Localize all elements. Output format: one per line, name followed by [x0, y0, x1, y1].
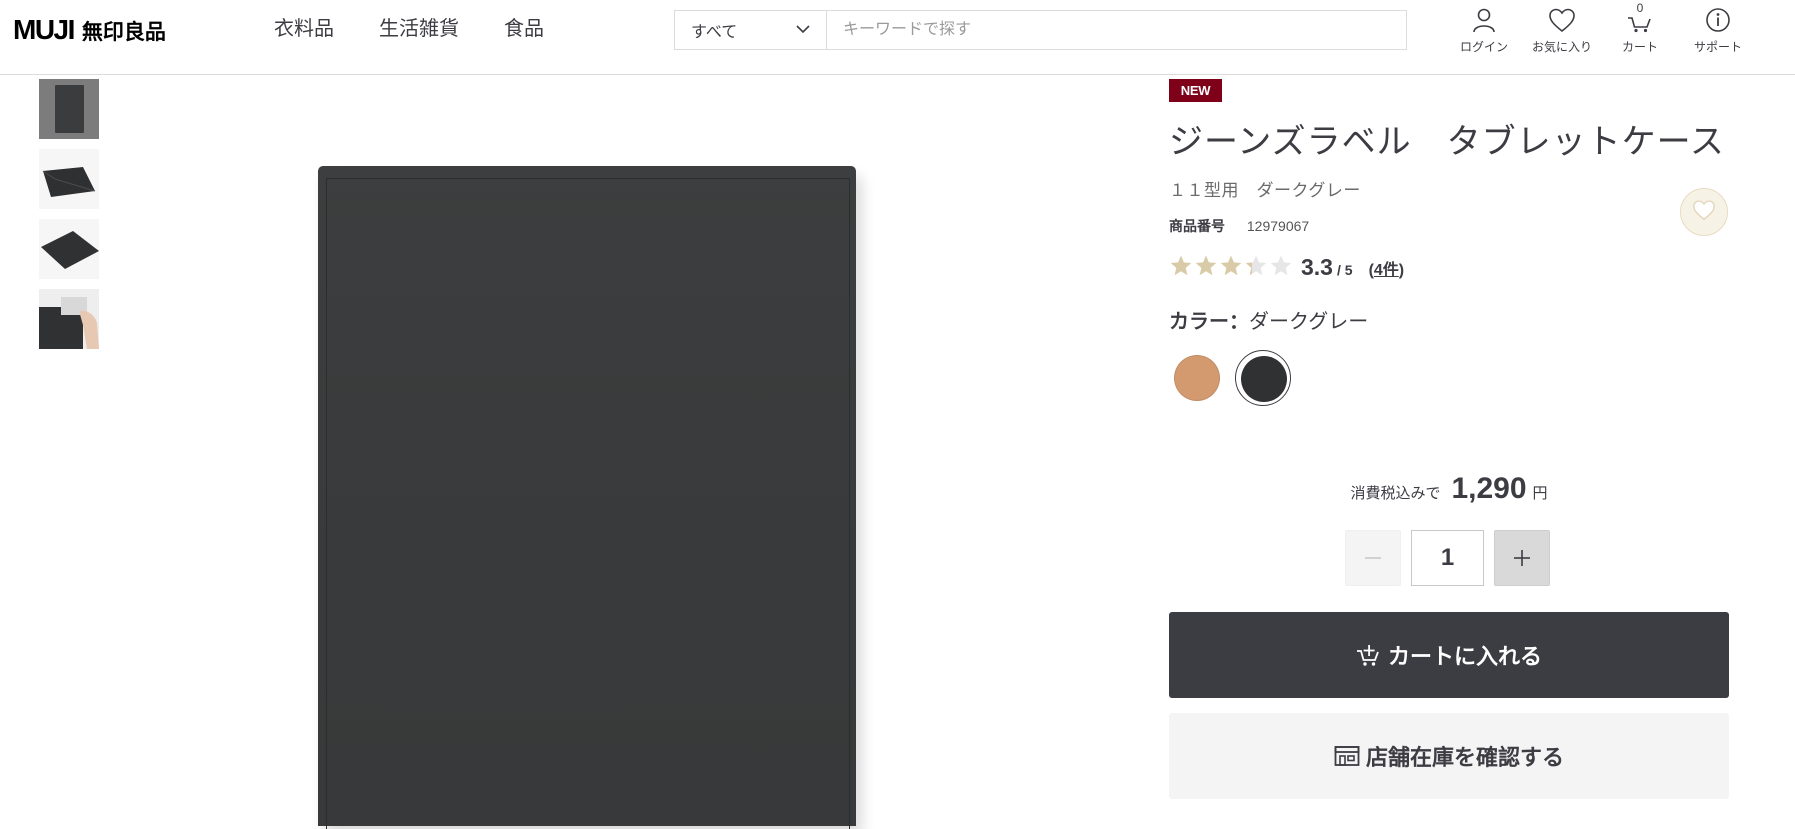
search-input[interactable] [827, 11, 1406, 49]
rating-max: / 5 [1336, 262, 1353, 278]
nav-item-household[interactable]: 生活雑貨 [379, 17, 459, 41]
cart-count: 0 [1636, 1, 1644, 15]
thumbnail-image [39, 289, 99, 349]
login-button[interactable]: ログイン [1445, 3, 1523, 55]
search-category-value: すべて [691, 24, 738, 41]
rating-stars [1169, 254, 1294, 278]
swatch-color [1241, 356, 1287, 402]
product-number: 商品番号 12979067 [1169, 216, 1309, 236]
paren-close: ) [1398, 262, 1405, 279]
add-to-cart-label: カートに入れる [1387, 644, 1542, 669]
color-selection-label: カラー：ダークグレー [1169, 305, 1368, 334]
product-number-label: 商品番号 [1169, 218, 1225, 234]
product-number-value: 12979067 [1246, 218, 1310, 234]
main-nav: 衣料品 生活雑貨 食品 [274, 17, 589, 41]
login-label: ログイン [1459, 40, 1508, 54]
cart-icon: 0 [1627, 1, 1653, 37]
review-count-link[interactable]: 4件 [1374, 256, 1399, 280]
heart-icon [1548, 3, 1576, 37]
product-subtitle: １１型用 ダークグレー [1169, 181, 1361, 200]
thumbnail-image [39, 79, 99, 139]
star-icon [1195, 255, 1217, 276]
rating-value: 3.3 [1301, 254, 1333, 280]
star-icon [1220, 255, 1242, 276]
logo-text-jp: 無印良品 [81, 21, 166, 44]
swatch-color [1174, 355, 1220, 401]
quantity-increase-button[interactable] [1494, 530, 1550, 586]
favorites-button[interactable]: お気に入り [1523, 3, 1601, 55]
swatch-dark-grey[interactable] [1235, 350, 1291, 406]
tablet-case-image [318, 166, 856, 829]
star-icon [1245, 255, 1267, 276]
nav-item-food[interactable]: 食品 [504, 17, 544, 41]
star-icon [1170, 255, 1192, 276]
heart-icon [1692, 199, 1716, 226]
cart-button[interactable]: 0 カート [1601, 1, 1679, 55]
favorites-label: お気に入り [1531, 40, 1592, 54]
price: 消費税込みで 1,290 円 [1169, 472, 1729, 506]
quantity-decrease-button[interactable] [1345, 530, 1401, 586]
thumbnail-4[interactable] [39, 289, 99, 349]
store-icon [1334, 745, 1360, 767]
star-icon [1270, 255, 1292, 276]
logo-text-en: MUJI [13, 14, 75, 45]
nav-item-clothing[interactable]: 衣料品 [274, 17, 334, 41]
person-icon [1471, 3, 1497, 37]
price-prefix: 消費税込みで [1350, 485, 1441, 502]
quantity-input[interactable] [1411, 530, 1484, 586]
price-unit: 円 [1532, 485, 1548, 502]
header-icons: ログイン お気に入り 0 カート サポート [1445, 1, 1757, 55]
cart-plus-icon [1356, 643, 1382, 667]
support-button[interactable]: サポート [1679, 3, 1757, 55]
muji-logo[interactable]: MUJI 無印良品 [13, 14, 166, 45]
thumbnail-2[interactable] [39, 149, 99, 209]
new-badge: NEW [1169, 79, 1222, 102]
info-icon [1705, 3, 1731, 37]
add-favorite-button[interactable] [1680, 188, 1728, 236]
chevron-down-icon [796, 21, 810, 39]
thumbnail-image [39, 149, 99, 209]
thumbnail-list [39, 79, 99, 359]
price-value: 1,290 [1451, 472, 1527, 505]
thumbnail-image [39, 219, 99, 279]
check-store-stock-label: 店舗在庫を確認する [1365, 745, 1564, 770]
color-value: ダークグレー [1249, 311, 1369, 333]
site-header: MUJI 無印良品 衣料品 生活雑貨 食品 すべて ログイン お気に入り [0, 0, 1795, 75]
cart-label: カート [1621, 40, 1658, 54]
quantity-stepper [1345, 530, 1550, 586]
search-category-select[interactable]: すべて [675, 11, 827, 49]
minus-icon [1365, 557, 1381, 559]
main-product-image [318, 166, 858, 829]
support-label: サポート [1693, 40, 1742, 54]
case-seam [326, 178, 850, 829]
check-store-stock-button[interactable]: 店舗在庫を確認する [1169, 713, 1729, 799]
color-swatches [1169, 350, 1301, 406]
color-label: カラー： [1169, 311, 1249, 333]
thumbnail-3[interactable] [39, 219, 99, 279]
add-to-cart-button[interactable]: カートに入れる [1169, 612, 1729, 698]
search-bar: すべて [674, 10, 1407, 50]
plus-icon [1514, 550, 1530, 566]
swatch-camel[interactable] [1169, 350, 1225, 406]
product-title: ジーンズラベル タブレットケース [1169, 123, 1725, 161]
thumbnail-1[interactable] [39, 79, 99, 139]
product-rating: 3.3 / 5 (4件) [1169, 251, 1404, 281]
